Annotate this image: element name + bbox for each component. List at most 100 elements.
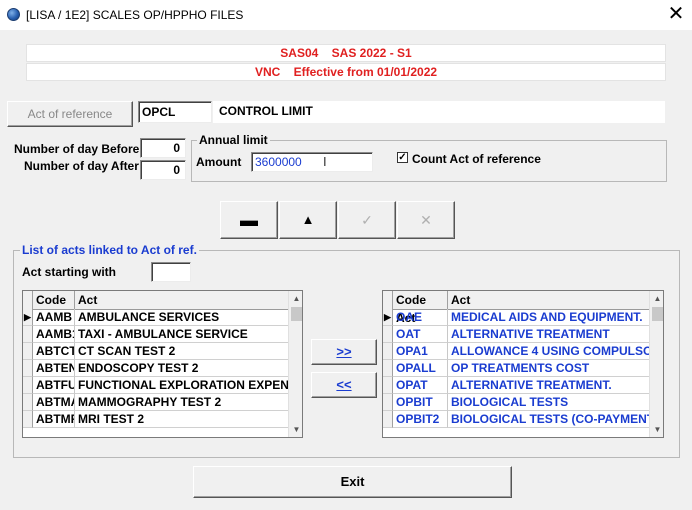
table-row[interactable]: OAT ALTERNATIVE TREATMENT: [383, 326, 650, 343]
annual-limit-label: Annual limit: [197, 133, 270, 147]
act-starting-label: Act starting with: [22, 265, 117, 279]
row-indicator: [383, 360, 393, 377]
row-act: ENDOSCOPY TEST 2: [75, 360, 289, 377]
reference-code-field[interactable]: OPCL: [138, 101, 212, 123]
header-line-1: SAS04 SAS 2022 - S1: [26, 44, 666, 62]
row-indicator: [383, 411, 393, 428]
days-before-label: Number of day Before: [14, 142, 140, 156]
available-acts-header: Code Act: [23, 291, 289, 310]
table-row[interactable]: AAMB1 TAXI - AMBULANCE SERVICE: [23, 326, 289, 343]
move-up-button[interactable]: ▲: [279, 201, 337, 239]
row-act: AMBULANCE SERVICES: [75, 309, 289, 326]
column-code[interactable]: Code: [33, 291, 75, 309]
row-code: OAE: [393, 309, 448, 326]
title-bar: [LISA / 1E2] SCALES OP/HPPHO FILES ✕: [0, 0, 692, 30]
table-row[interactable]: OPAT ALTERNATIVE TREATMENT.: [383, 377, 650, 394]
row-indicator: [383, 326, 393, 343]
table-row[interactable]: ABTCT CT SCAN TEST 2: [23, 343, 289, 360]
column-code-act[interactable]: Code Act: [393, 291, 448, 325]
text-cursor-icon: I: [323, 154, 327, 169]
row-code: ABTMA: [33, 394, 75, 411]
table-row[interactable]: ABTMR MRI TEST 2: [23, 411, 289, 428]
delete-button[interactable]: ▬: [220, 201, 278, 239]
row-code: ABTCT: [33, 343, 75, 360]
linked-acts-grid[interactable]: Code Act Act ▶ OAE MEDICAL AIDS AND EQUI…: [382, 290, 664, 438]
row-indicator: [383, 343, 393, 360]
scroll-down-icon[interactable]: ▼: [650, 422, 663, 437]
linked-acts-scrollbar[interactable]: ▲ ▼: [649, 291, 663, 437]
header-indicator: [383, 291, 393, 309]
act-starting-input[interactable]: [151, 262, 191, 282]
linked-acts-header: Code Act Act: [383, 291, 650, 325]
row-code: ABTMR: [33, 411, 75, 428]
table-row[interactable]: ABTMA MAMMOGRAPHY TEST 2: [23, 394, 289, 411]
row-indicator-icon: ▶: [23, 309, 33, 326]
days-before-field[interactable]: 0: [140, 138, 186, 158]
row-code: OPBIT: [393, 394, 448, 411]
header-indicator: [23, 291, 33, 309]
act-of-reference-button[interactable]: Act of reference: [7, 101, 133, 127]
row-act: OP TREATMENTS COST: [448, 360, 650, 377]
row-indicator: [23, 411, 33, 428]
count-act-checkbox[interactable]: ✓: [397, 152, 408, 163]
row-code: ABTEN: [33, 360, 75, 377]
add-act-button[interactable]: >>: [311, 339, 377, 365]
row-act: BIOLOGICAL TESTS (CO-PAYMENT): [448, 411, 650, 428]
available-acts-scrollbar[interactable]: ▲ ▼: [288, 291, 302, 437]
row-act: FUNCTIONAL EXPLORATION EXPENSE: [75, 377, 289, 394]
row-act: ALTERNATIVE TREATMENT.: [448, 377, 650, 394]
row-act: TAXI - AMBULANCE SERVICE: [75, 326, 289, 343]
scroll-thumb[interactable]: [652, 307, 663, 321]
row-indicator: [23, 394, 33, 411]
row-act: MAMMOGRAPHY TEST 2: [75, 394, 289, 411]
row-code: AAMB1: [33, 326, 75, 343]
reference-description: CONTROL LIMIT: [213, 101, 665, 123]
row-code: OPAT: [393, 377, 448, 394]
row-code: OPBIT2: [393, 411, 448, 428]
scroll-up-icon[interactable]: ▲: [650, 291, 663, 306]
table-row[interactable]: ABTEN ENDOSCOPY TEST 2: [23, 360, 289, 377]
count-act-label: Count Act of reference: [412, 152, 541, 166]
table-row[interactable]: OPA1 ALLOWANCE 4 USING COMPULSORY: [383, 343, 650, 360]
row-act: MEDICAL AIDS AND EQUIPMENT.: [448, 309, 650, 326]
acts-group-label: List of acts linked to Act of ref.: [20, 243, 199, 257]
amount-input[interactable]: 3600000: [251, 152, 373, 172]
row-indicator-icon: ▶: [383, 309, 393, 326]
row-act: CT SCAN TEST 2: [75, 343, 289, 360]
remove-act-button[interactable]: <<: [311, 372, 377, 398]
row-indicator: [23, 377, 33, 394]
row-code: OPA1: [393, 343, 448, 360]
cancel-button[interactable]: ✕: [397, 201, 455, 239]
confirm-button[interactable]: ✓: [338, 201, 396, 239]
scroll-up-icon[interactable]: ▲: [289, 291, 302, 306]
table-row[interactable]: OPALL OP TREATMENTS COST: [383, 360, 650, 377]
table-row[interactable]: ▶ OAE MEDICAL AIDS AND EQUIPMENT.: [383, 309, 650, 326]
window-title: [LISA / 1E2] SCALES OP/HPPHO FILES: [26, 8, 244, 22]
row-code: OAT: [393, 326, 448, 343]
table-row[interactable]: ABTFU FUNCTIONAL EXPLORATION EXPENSE: [23, 377, 289, 394]
table-row[interactable]: ▶ AAMB AMBULANCE SERVICES: [23, 309, 289, 326]
row-act: BIOLOGICAL TESTS: [448, 394, 650, 411]
scroll-down-icon[interactable]: ▼: [289, 422, 302, 437]
row-indicator: [23, 343, 33, 360]
header-line-2: VNC Effective from 01/01/2022: [26, 63, 666, 81]
row-act: ALTERNATIVE TREATMENT: [448, 326, 650, 343]
column-act[interactable]: Act: [75, 291, 289, 309]
row-indicator: [23, 326, 33, 343]
close-icon[interactable]: ✕: [664, 2, 688, 26]
table-row[interactable]: OPBIT BIOLOGICAL TESTS: [383, 394, 650, 411]
scroll-thumb[interactable]: [291, 307, 302, 321]
row-indicator: [383, 377, 393, 394]
row-indicator: [383, 394, 393, 411]
row-indicator: [23, 360, 33, 377]
available-acts-grid[interactable]: Code Act ▶ AAMB AMBULANCE SERVICES AAMB1…: [22, 290, 303, 438]
exit-button[interactable]: Exit: [193, 466, 512, 498]
column-act[interactable]: Act: [448, 291, 650, 309]
amount-label: Amount: [196, 155, 242, 169]
days-after-field[interactable]: 0: [140, 160, 186, 180]
row-code: AAMB: [33, 309, 75, 326]
row-code: OPALL: [393, 360, 448, 377]
row-act: MRI TEST 2: [75, 411, 289, 428]
row-code: ABTFU: [33, 377, 75, 394]
table-row[interactable]: OPBIT2 BIOLOGICAL TESTS (CO-PAYMENT): [383, 411, 650, 428]
